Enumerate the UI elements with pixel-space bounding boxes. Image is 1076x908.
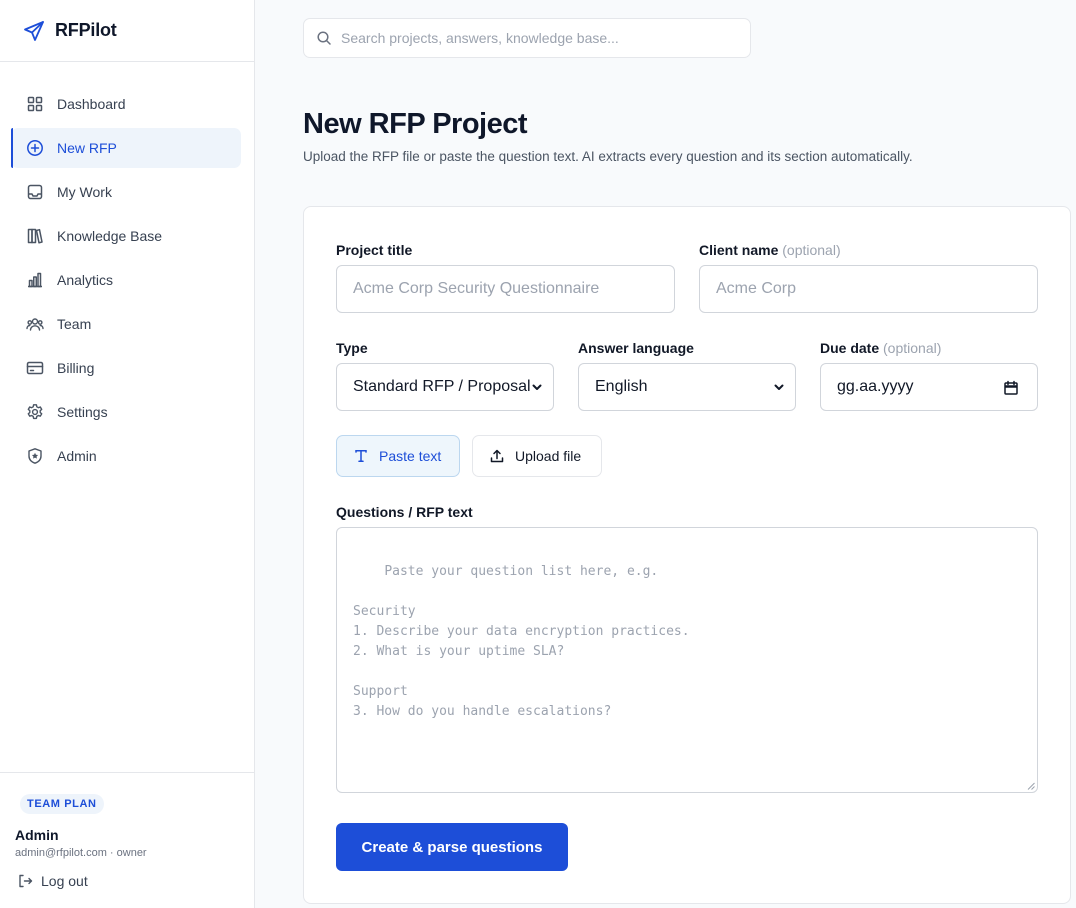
upload-file-label: Upload file <box>515 448 582 464</box>
answer-language-label: Answer language <box>578 340 694 356</box>
users-icon <box>26 315 44 333</box>
sidebar-item-admin[interactable]: Admin <box>11 436 241 476</box>
questions-label: Questions / RFP text <box>336 504 473 520</box>
search-icon <box>316 30 332 46</box>
sidebar-item-billing[interactable]: Billing <box>11 348 241 388</box>
brand[interactable]: RFPilot <box>0 0 254 62</box>
books-icon <box>26 227 44 245</box>
sidebar-item-label: Analytics <box>57 272 114 288</box>
plan-badge: TEAM PLAN <box>20 794 104 814</box>
text-icon <box>353 448 369 464</box>
due-date-label-text: Due date <box>820 340 880 356</box>
create-parse-button[interactable]: Create & parse questions <box>336 823 568 871</box>
client-name-label-text: Client name <box>699 242 779 258</box>
answer-language-label-text: Answer language <box>578 340 694 356</box>
answer-language-select[interactable]: English <box>578 363 796 411</box>
plus-circle-icon <box>26 139 44 157</box>
sidebar-item-analytics[interactable]: Analytics <box>11 260 241 300</box>
type-select[interactable]: Standard RFP / Proposal <box>336 363 554 411</box>
calendar-icon[interactable] <box>1003 380 1019 396</box>
client-name-label: Client name (optional) <box>699 242 841 258</box>
sidebar-item-team[interactable]: Team <box>11 304 241 344</box>
questions-placeholder: Paste your question list here, e.g. Secu… <box>353 564 690 719</box>
chevron-down-icon <box>773 381 785 393</box>
inbox-icon <box>26 183 44 201</box>
sidebar-item-my-work[interactable]: My Work <box>11 172 241 212</box>
sidebar-item-label: Knowledge Base <box>57 228 163 244</box>
page-title: New RFP Project <box>303 108 528 140</box>
due-date-placeholder: gg.aa.yyyy <box>837 378 914 395</box>
sidebar: RFPilot Dashboard New RFP My Work Knowle… <box>0 0 255 908</box>
global-search <box>303 18 751 58</box>
credit-card-icon <box>26 359 44 377</box>
sidebar-item-knowledge-base[interactable]: Knowledge Base <box>11 216 241 256</box>
type-label-text: Type <box>336 340 368 356</box>
new-rfp-form: Project title Acme Corp Security Questio… <box>303 206 1071 904</box>
sidebar-nav: Dashboard New RFP My Work Knowledge Base… <box>0 62 254 476</box>
resize-handle-icon[interactable] <box>1027 782 1035 790</box>
paper-plane-icon <box>22 19 46 43</box>
questions-label-text: Questions / RFP text <box>336 504 473 520</box>
user-email-role: admin@rfpilot.com · owner <box>15 847 147 859</box>
upload-icon <box>489 448 505 464</box>
grid-icon <box>26 95 44 113</box>
gear-icon <box>26 403 44 421</box>
logout-button[interactable]: Log out <box>17 873 239 889</box>
user-name: Admin <box>15 827 59 843</box>
optional-hint: (optional) <box>782 242 841 258</box>
shield-star-icon <box>26 447 44 465</box>
sidebar-item-label: Settings <box>57 404 108 420</box>
logout-icon <box>17 873 33 889</box>
client-name-placeholder: Acme Corp <box>716 280 797 297</box>
sidebar-item-dashboard[interactable]: Dashboard <box>11 84 241 124</box>
optional-hint: (optional) <box>883 340 942 356</box>
language-selected-value: English <box>595 378 648 395</box>
sidebar-item-label: My Work <box>57 184 112 200</box>
upload-file-tab[interactable]: Upload file <box>472 435 602 477</box>
due-date-input[interactable]: gg.aa.yyyy <box>820 363 1038 411</box>
project-title-label-text: Project title <box>336 242 413 258</box>
chevron-down-icon <box>531 381 543 393</box>
bar-chart-icon <box>26 271 44 289</box>
sidebar-item-settings[interactable]: Settings <box>11 392 241 432</box>
sidebar-item-label: Billing <box>57 360 95 376</box>
brand-name: RFPilot <box>55 20 117 40</box>
project-title-placeholder: Acme Corp Security Questionnaire <box>353 280 600 297</box>
questions-textarea[interactable]: Paste your question list here, e.g. Secu… <box>336 527 1038 793</box>
project-title-input[interactable]: Acme Corp Security Questionnaire <box>336 265 675 313</box>
type-label: Type <box>336 340 368 356</box>
project-title-label: Project title <box>336 242 412 258</box>
sidebar-item-label: Dashboard <box>57 96 126 112</box>
type-selected-value: Standard RFP / Proposal <box>353 378 531 395</box>
paste-text-label: Paste text <box>379 448 442 464</box>
due-date-label: Due date (optional) <box>820 340 941 356</box>
sidebar-item-label: Admin <box>57 448 97 464</box>
sidebar-item-label: Team <box>57 316 92 332</box>
sidebar-item-new-rfp[interactable]: New RFP <box>11 128 241 168</box>
logout-label: Log out <box>41 873 88 889</box>
sidebar-footer: TEAM PLAN Admin admin@rfpilot.com · owne… <box>0 772 254 908</box>
sidebar-item-label: New RFP <box>57 140 117 156</box>
client-name-input[interactable]: Acme Corp <box>699 265 1038 313</box>
page-subtitle: Upload the RFP file or paste the questio… <box>303 149 913 164</box>
paste-text-tab[interactable]: Paste text <box>336 435 460 477</box>
search-input[interactable] <box>341 30 741 46</box>
